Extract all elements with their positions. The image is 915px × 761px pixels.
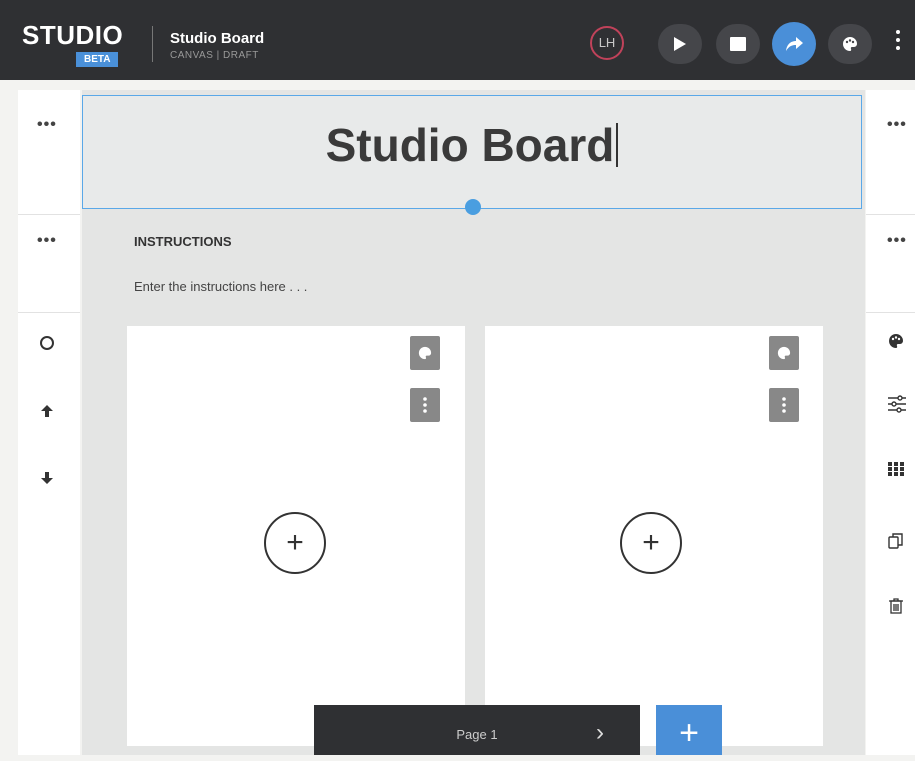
rail-divider xyxy=(18,214,80,215)
stop-button[interactable] xyxy=(716,24,760,64)
resize-handle[interactable] xyxy=(465,199,481,215)
card-more-button[interactable] xyxy=(769,388,799,422)
add-page-button[interactable]: + xyxy=(656,705,722,755)
instructions-input[interactable]: Enter the instructions here . . . xyxy=(134,279,307,294)
document-title[interactable]: Studio Board xyxy=(170,30,264,47)
right-title-menu-button[interactable]: ••• xyxy=(887,116,907,134)
instructions-label: INSTRUCTIONS xyxy=(134,234,232,249)
duplicate-button[interactable] xyxy=(888,533,904,554)
move-up-button[interactable] xyxy=(39,403,55,424)
title-block-menu-button[interactable]: ••• xyxy=(37,116,57,134)
card-more-button[interactable] xyxy=(410,388,440,422)
title-block[interactable]: Studio Board xyxy=(82,95,862,209)
stop-icon xyxy=(730,37,746,51)
right-toolbar: ••• ••• xyxy=(866,90,915,755)
content-card[interactable]: + xyxy=(127,326,465,746)
play-icon xyxy=(674,37,686,51)
more-menu-button[interactable] xyxy=(896,30,902,54)
next-page-button[interactable]: › xyxy=(596,719,604,747)
trash-icon xyxy=(889,598,903,614)
right-instructions-menu-button[interactable]: ••• xyxy=(887,232,907,250)
layout-grid-button[interactable] xyxy=(888,462,904,481)
share-button[interactable] xyxy=(772,22,816,66)
more-vertical-icon xyxy=(782,397,786,413)
add-content-button[interactable]: + xyxy=(620,512,682,574)
title-divider xyxy=(152,26,153,62)
share-icon xyxy=(786,37,803,51)
sliders-icon xyxy=(888,395,906,413)
arrow-up-icon xyxy=(41,405,53,417)
palette-icon xyxy=(418,346,432,360)
avatar[interactable]: LH xyxy=(590,26,624,60)
select-circle-button[interactable] xyxy=(39,335,55,356)
play-button[interactable] xyxy=(658,24,702,64)
palette-icon xyxy=(777,346,791,360)
beta-badge: BETA xyxy=(76,52,119,67)
settings-sliders-button[interactable] xyxy=(888,395,906,418)
style-button[interactable] xyxy=(888,333,904,354)
more-icon-dot xyxy=(896,46,900,50)
left-toolbar: ••• ••• xyxy=(18,90,80,755)
card-style-button[interactable] xyxy=(410,336,440,370)
move-down-button[interactable] xyxy=(39,470,55,491)
grid-icon xyxy=(888,462,904,476)
circle-icon xyxy=(40,336,54,350)
board-title[interactable]: Studio Board xyxy=(83,118,861,172)
text-cursor xyxy=(616,123,619,167)
more-icon-dot xyxy=(896,30,900,34)
app-logo[interactable]: STUDIO BETA xyxy=(22,20,124,67)
document-subtitle: CANVAS | DRAFT xyxy=(170,50,259,61)
palette-button[interactable] xyxy=(828,24,872,64)
page-label[interactable]: Page 1 xyxy=(314,727,640,742)
palette-icon xyxy=(843,37,857,51)
more-vertical-icon xyxy=(423,397,427,413)
logo-text: STUDIO xyxy=(22,20,124,50)
page-navigator: Page 1 › xyxy=(314,705,640,755)
top-bar: STUDIO BETA Studio Board CANVAS | DRAFT … xyxy=(0,0,915,80)
palette-icon xyxy=(889,334,903,348)
card-style-button[interactable] xyxy=(769,336,799,370)
delete-button[interactable] xyxy=(889,598,903,619)
arrow-down-icon xyxy=(41,472,53,484)
more-icon-dot xyxy=(896,38,900,42)
duplicate-icon xyxy=(888,533,903,549)
board-title-text[interactable]: Studio Board xyxy=(326,119,615,171)
rail-divider xyxy=(18,312,80,313)
add-content-button[interactable]: + xyxy=(264,512,326,574)
rail-divider xyxy=(866,214,915,215)
content-card[interactable]: + xyxy=(485,326,823,746)
instructions-block-menu-button[interactable]: ••• xyxy=(37,232,57,250)
rail-divider xyxy=(866,312,915,313)
